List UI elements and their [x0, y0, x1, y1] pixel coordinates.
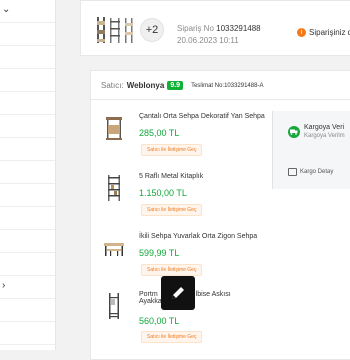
seller-rating-badge: 9.9 [167, 81, 184, 90]
sidebar-item[interactable] [0, 92, 55, 115]
sidebar-item[interactable] [0, 115, 55, 138]
contact-seller-button[interactable]: Satıcı ile İletişime Geç [141, 204, 203, 216]
divider [91, 99, 350, 100]
order-no-label: Sipariş No [177, 24, 214, 33]
product-name[interactable]: Çantalı Orta Sehpa Dekoratif Yan Sehpa [139, 113, 265, 120]
chevron-down-icon: ⌄ [2, 4, 11, 15]
product-image [109, 293, 119, 319]
sidebar-item[interactable] [0, 230, 55, 253]
product-thumb [125, 18, 133, 43]
order-meta: Sipariş No 1033291488 20.06.2023 10:11 [177, 23, 261, 47]
order-no: 1033291488 [216, 24, 261, 33]
sidebar-item[interactable]: ⌄ [0, 0, 55, 23]
contact-seller-button[interactable]: Satıcı ile İletişime Geç [141, 331, 203, 343]
product-image [106, 117, 122, 140]
contact-seller-button[interactable]: Satıcı ile İletişime Geç [141, 144, 203, 156]
truck-icon [288, 126, 300, 138]
product-price: 285,00 TL [139, 128, 180, 138]
delivery-no: 1033291488-A [224, 82, 264, 89]
product-image [108, 175, 120, 201]
delivery-label: Teslimat No: [191, 82, 225, 89]
sidebar-item[interactable] [0, 184, 55, 207]
list-item: Çantalı Orta Sehpa Dekoratif Yan Sehpa 2… [103, 109, 273, 169]
box-icon [288, 168, 297, 176]
sidebar-item[interactable] [0, 69, 55, 92]
order-summary: i Siparişiniz d [297, 28, 350, 37]
cargo-detail-link[interactable]: Kargo Detay [288, 168, 333, 176]
product-name[interactable]: 5 Raflı Metal Kitaplık [139, 173, 203, 180]
sidebar-item[interactable]: › [0, 276, 55, 299]
cargo-status-subtitle: Kargoya Verilm [304, 133, 345, 139]
cargo-panel: Kargoya Veri Kargoya Verilm Kargo Detay [272, 111, 350, 189]
product-price: 1.150,00 TL [139, 188, 187, 198]
sidebar-item[interactable] [0, 46, 55, 69]
product-price: 599,99 TL [139, 248, 180, 258]
order-card[interactable]: +2 Sipariş No 1033291488 20.06.2023 10:1… [80, 0, 350, 56]
more-items-badge: +2 [140, 18, 164, 42]
cargo-status-title: Kargoya Veri [304, 124, 345, 131]
product-price: 560,00 TL [139, 316, 180, 326]
product-thumb [97, 17, 105, 43]
list-item: 5 Raflı Metal Kitaplık 1.150,00 TL Satıc… [103, 169, 273, 229]
cargo-detail-label: Kargo Detay [300, 169, 334, 175]
sidebar-item[interactable] [0, 161, 55, 184]
sidebar-item[interactable] [0, 138, 55, 161]
order-thumbnails: +2 [95, 15, 164, 45]
sidebar-item[interactable] [0, 253, 55, 276]
product-name-end: lbise Askısı [195, 291, 231, 298]
sidebar-item[interactable] [0, 207, 55, 230]
edit-button[interactable] [161, 276, 195, 310]
sidebar-item[interactable] [0, 23, 55, 46]
sidebar-item[interactable] [0, 322, 55, 345]
info-icon: i [297, 28, 306, 37]
product-name[interactable]: İkili Sehpa Yuvarlak Orta Zigon Sehpa [139, 233, 257, 240]
sidebar: ⌄ › [0, 0, 56, 350]
delivery-number: Teslimat No:1033291488-A [191, 83, 263, 89]
sidebar-item[interactable] [0, 299, 55, 322]
pencil-icon [172, 287, 184, 299]
order-date: 20.06.2023 10:11 [177, 36, 239, 45]
chevron-right-icon: › [2, 280, 6, 291]
seller-label: Satıcı: [101, 81, 124, 90]
seller-name[interactable]: Weblonya [127, 81, 165, 90]
product-image [104, 243, 124, 256]
seller-row: Satıcı: Weblonya 9.9 Teslimat No:1033291… [101, 81, 263, 90]
summary-label: Siparişiniz d [309, 28, 350, 37]
contact-seller-button[interactable]: Satıcı ile İletişime Geç [141, 264, 203, 276]
shipment-card: Satıcı: Weblonya 9.9 Teslimat No:1033291… [90, 70, 350, 360]
product-thumb [110, 18, 120, 43]
product-name-start: Portm [139, 291, 158, 298]
cargo-status: Kargoya Veri Kargoya Verilm [288, 124, 345, 139]
product-name-line2: Ayakka [139, 298, 162, 305]
